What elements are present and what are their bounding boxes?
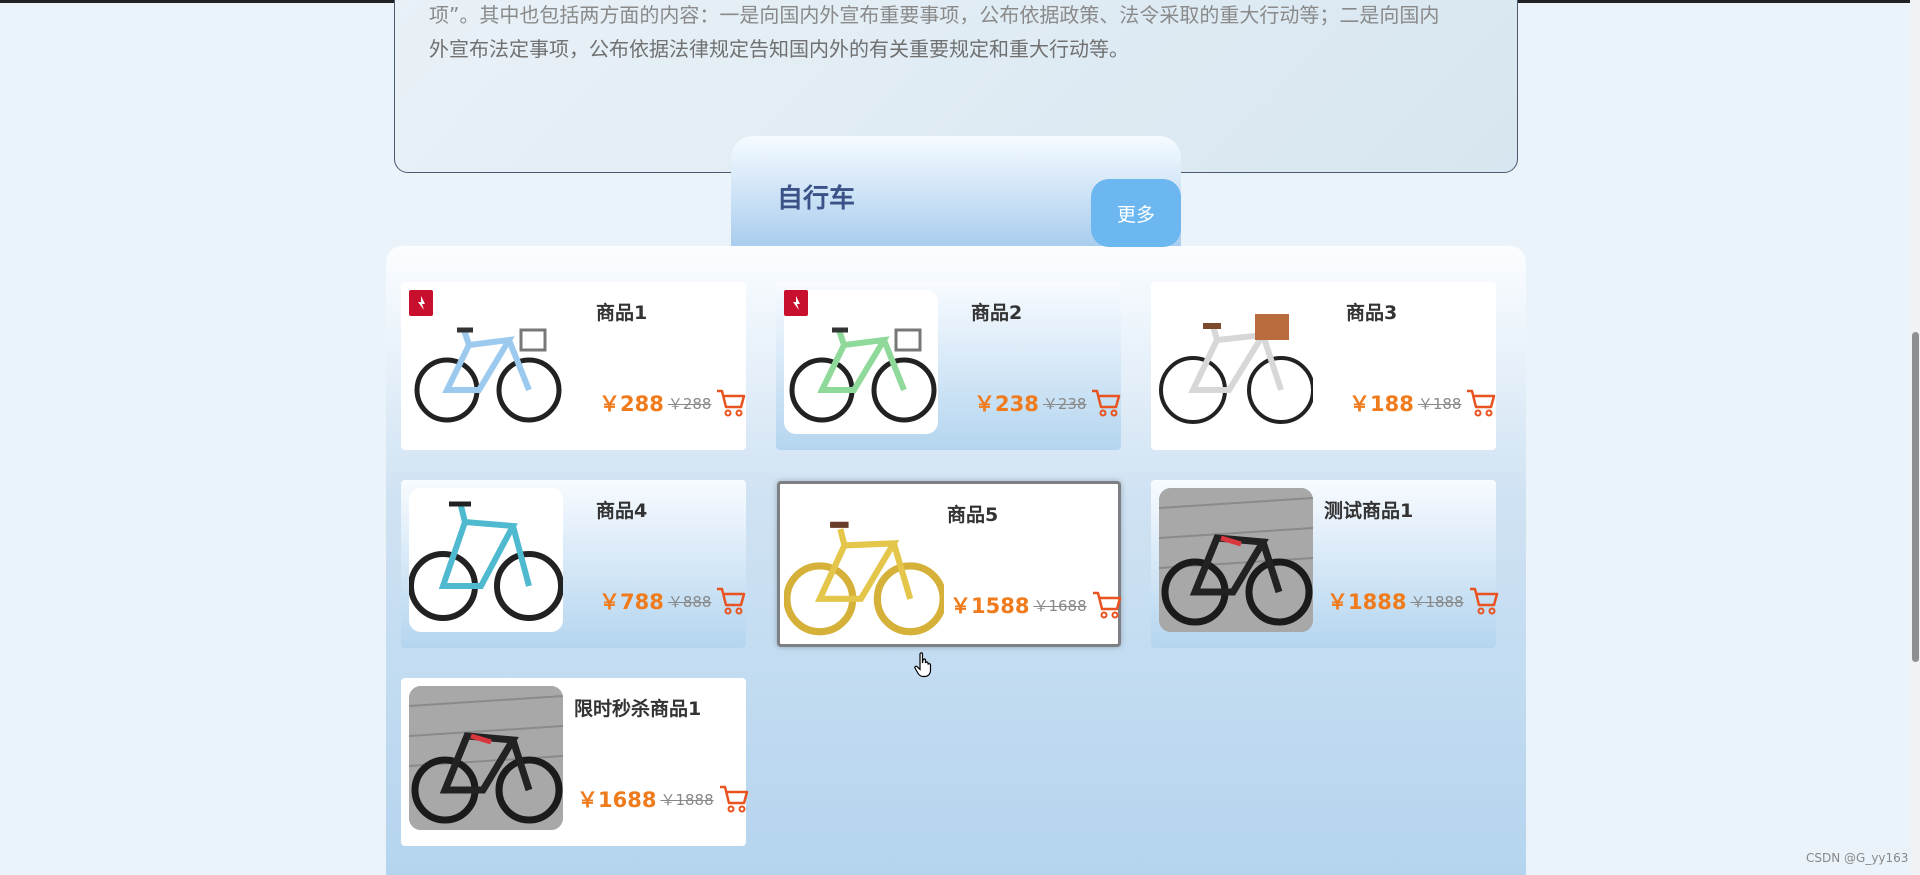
product-original-price: ￥238 <box>1042 394 1087 413</box>
price-row: ￥188 ￥188 <box>1349 388 1497 418</box>
scrollbar-thumb[interactable] <box>1912 332 1919 662</box>
bicycle-image <box>409 686 563 830</box>
product-card-7[interactable]: 限时秒杀商品1 ￥1688 ￥1888 <box>401 678 748 846</box>
shopping-cart-icon[interactable] <box>1091 590 1123 620</box>
product-name[interactable]: 商品4 <box>596 496 647 523</box>
product-card-2[interactable]: 商品2 ￥238 ￥238 <box>776 282 1121 450</box>
product-original-price: ￥1888 <box>1410 592 1464 611</box>
product-price: ￥1588 <box>950 594 1030 618</box>
product-price: ￥788 <box>599 590 664 614</box>
product-card-4[interactable]: 商品4 ￥788 ￥888 <box>401 480 746 648</box>
product-image[interactable] <box>1159 290 1313 434</box>
product-original-price: ￥1888 <box>660 790 714 809</box>
bicycle-image <box>1159 488 1313 632</box>
shopping-cart-icon[interactable] <box>1465 388 1497 418</box>
notice-line-2: 外宣布法定事项，公布依据法律规定告知国内外的有关重要规定和重大行动等。 <box>429 37 1129 61</box>
product-original-price: ￥888 <box>667 592 712 611</box>
bicycle-image <box>409 501 563 621</box>
brand-logo-icon <box>784 290 808 316</box>
price-row: ￥1888 ￥1888 <box>1327 586 1500 616</box>
product-name[interactable]: 商品1 <box>596 298 647 325</box>
product-name[interactable]: 商品3 <box>1346 298 1397 325</box>
price-row: ￥288 ￥288 <box>599 388 747 418</box>
product-image[interactable] <box>784 494 944 642</box>
hand-pointer-icon <box>914 652 932 678</box>
product-price: ￥238 <box>974 392 1039 416</box>
product-name[interactable]: 测试商品1 <box>1324 496 1413 523</box>
notice-text: 项”。其中也包括两方面的内容：一是向国内外宣布重要事项，公布依据政策、法令采取的… <box>429 0 1489 66</box>
more-button[interactable]: 更多 <box>1091 179 1181 247</box>
product-original-price: ￥288 <box>667 394 712 413</box>
price-row: ￥1588 ￥1688 <box>950 590 1123 620</box>
product-price: ￥188 <box>1349 392 1414 416</box>
product-price: ￥1688 <box>577 788 657 812</box>
shopping-cart-icon[interactable] <box>1090 388 1122 418</box>
product-price: ￥288 <box>599 392 664 416</box>
product-image[interactable] <box>409 686 563 830</box>
shopping-cart-icon[interactable] <box>715 388 747 418</box>
section-header: 自行车 更多 <box>731 136 1181 247</box>
product-card-6[interactable]: 测试商品1 ￥1888 ￥1888 <box>1151 480 1498 648</box>
brand-logo-icon <box>409 290 433 316</box>
shopping-cart-icon[interactable] <box>1468 586 1500 616</box>
watermark: CSDN @G_yy163 <box>1806 851 1909 865</box>
product-card-1[interactable]: 商品1 ￥288 ￥288 <box>401 282 746 450</box>
price-row: ￥788 ￥888 <box>599 586 747 616</box>
product-original-price: ￥188 <box>1417 394 1462 413</box>
price-row: ￥1688 ￥1888 <box>577 784 750 814</box>
product-image[interactable] <box>409 488 563 632</box>
product-price: ￥1888 <box>1327 590 1407 614</box>
shopping-cart-icon[interactable] <box>715 586 747 616</box>
bicycle-image <box>1159 314 1313 424</box>
notice-line-1: 项”。其中也包括两方面的内容：一是向国内外宣布重要事项，公布依据政策、法令采取的… <box>429 3 1440 27</box>
product-name[interactable]: 限时秒杀商品1 <box>574 694 701 721</box>
product-name[interactable]: 商品2 <box>971 298 1022 325</box>
product-image[interactable] <box>1159 488 1313 632</box>
product-panel: 商品1 ￥288 ￥288 商品2 ￥238 ￥238 商品3 ￥188 ￥18… <box>386 246 1526 875</box>
bicycle-image <box>784 521 944 636</box>
product-card-3[interactable]: 商品3 ￥188 ￥188 <box>1151 282 1496 450</box>
product-original-price: ￥1688 <box>1033 596 1087 615</box>
section-title: 自行车 <box>777 184 856 214</box>
product-card-5[interactable]: 商品5 ￥1588 ￥1688 <box>777 481 1121 647</box>
product-name[interactable]: 商品5 <box>947 500 998 527</box>
price-row: ￥238 ￥238 <box>974 388 1122 418</box>
shopping-cart-icon[interactable] <box>718 784 750 814</box>
